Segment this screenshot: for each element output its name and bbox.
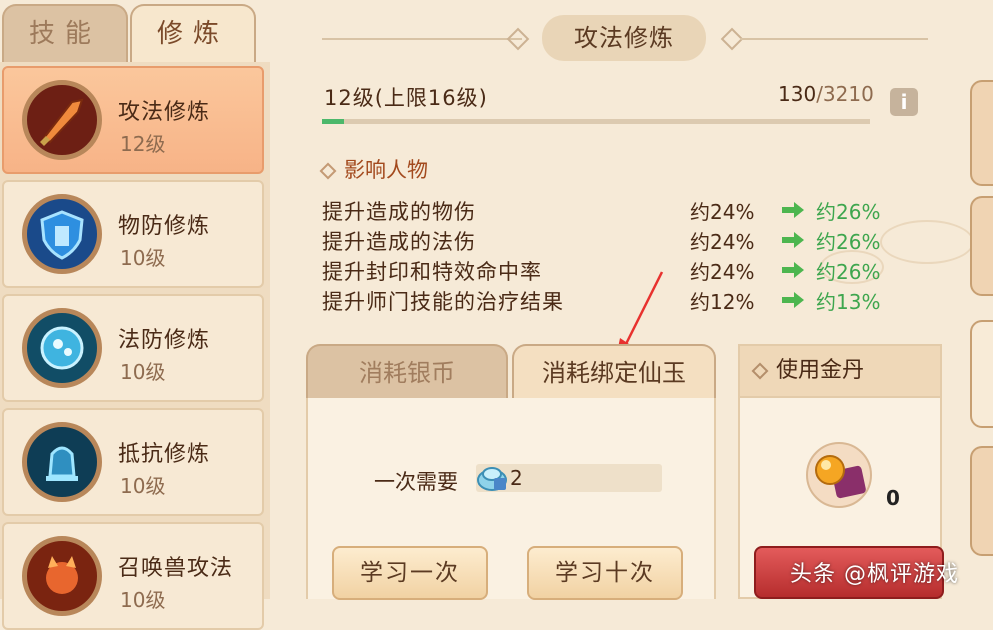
effect-name: 提升师门技能的治疗结果 [322,290,564,314]
skill-level: 10级 [120,360,166,384]
skill-name: 攻法修炼 [118,100,211,125]
effect-name: 提升封印和特效命中率 [322,260,542,284]
arrow-right-icon [782,292,804,308]
arrow-right-icon [782,262,804,278]
bell-icon [22,422,102,502]
golden-pill-count: 0 [886,486,900,510]
learn-once-button[interactable]: 学习一次 [332,546,488,600]
effect-name: 提升造成的物伤 [322,200,476,224]
skill-name: 抵抗修炼 [118,442,211,467]
learn-ten-button[interactable]: 学习十次 [527,546,683,600]
shield-icon [22,194,102,274]
header-divider [740,38,928,40]
skill-item-pet-attack[interactable]: 召唤兽攻法 10级 [2,522,264,630]
exp-max: /3210 [816,82,874,106]
skill-item-attack[interactable]: 攻法修炼 12级 [2,66,264,174]
exp-current: 130 [778,82,817,106]
info-button[interactable]: i [890,88,918,116]
tab-cost-bound-jade[interactable]: 消耗绑定仙玉 [512,344,716,398]
skill-name: 物防修炼 [118,214,211,239]
page-title: 攻法修炼 [542,15,706,61]
side-tab[interactable] [970,80,993,186]
effect-next: 约26% [816,230,881,254]
arrow-right-icon [782,202,804,218]
exp-progress-bar [322,119,870,124]
golden-pill-icon[interactable] [800,440,878,510]
blade-icon [22,80,102,160]
skill-level: 10级 [120,246,166,270]
skill-item-phys-def[interactable]: 物防修炼 10级 [2,180,264,288]
side-tab-active[interactable] [970,320,993,428]
side-tab[interactable] [970,196,993,296]
effects-heading: 影响人物 [319,154,428,184]
cost-need-value: 2 [510,466,523,490]
effect-name: 提升造成的法伤 [322,230,476,254]
effect-next: 约13% [816,290,881,314]
effect-current: 约24% [690,260,755,284]
skill-item-mag-def[interactable]: 法防修炼 10级 [2,294,264,402]
effect-next: 约26% [816,200,881,224]
diamond-icon [319,162,337,180]
tab-skills[interactable]: 技能 [2,4,128,64]
header-divider [322,38,522,40]
orb-icon [22,308,102,388]
effect-next: 约26% [816,260,881,284]
skill-name: 召唤兽攻法 [118,556,234,581]
effects-label: 影响人物 [344,158,428,182]
golden-pill-title: 使用金丹 [776,358,865,383]
golden-pill-heading: 使用金丹 [738,344,942,398]
effect-row: 提升师门技能的治疗结果 约12% 约13% [322,286,882,316]
arrow-right-icon [782,232,804,248]
exp-progress-fill [322,119,344,124]
watermark: 头条 @枫评游戏 [790,562,959,587]
effect-current: 约24% [690,230,755,254]
skill-name: 法防修炼 [118,328,211,353]
effect-row: 提升造成的法伤 约24% 约26% [322,226,882,256]
tab-cost-silver[interactable]: 消耗银币 [306,344,508,398]
skill-item-resist[interactable]: 抵抗修炼 10级 [2,408,264,516]
diamond-icon [506,27,530,51]
exp-readout: 130/3210 [778,82,874,106]
skill-level: 12级 [120,132,166,156]
skill-level: 10级 [120,474,166,498]
skill-list: 攻法修炼 12级 物防修炼 10级 法防修炼 10级 抵抗修炼 10级 召唤兽攻… [0,62,270,630]
side-tab[interactable] [970,446,993,556]
jade-currency-icon [477,467,507,491]
tab-cultivation[interactable]: 修炼 [130,4,256,64]
effect-row: 提升造成的物伤 约24% 约26% [322,196,882,226]
effect-row: 提升封印和特效命中率 约24% 约26% [322,256,882,286]
effect-current: 约24% [690,200,755,224]
effect-current: 约12% [690,290,755,314]
level-text: 12级(上限16级) [324,86,488,110]
diamond-icon [751,362,769,380]
cost-need-label: 一次需要 [374,470,458,494]
cloud-decoration [880,220,974,264]
demon-icon [22,536,102,616]
